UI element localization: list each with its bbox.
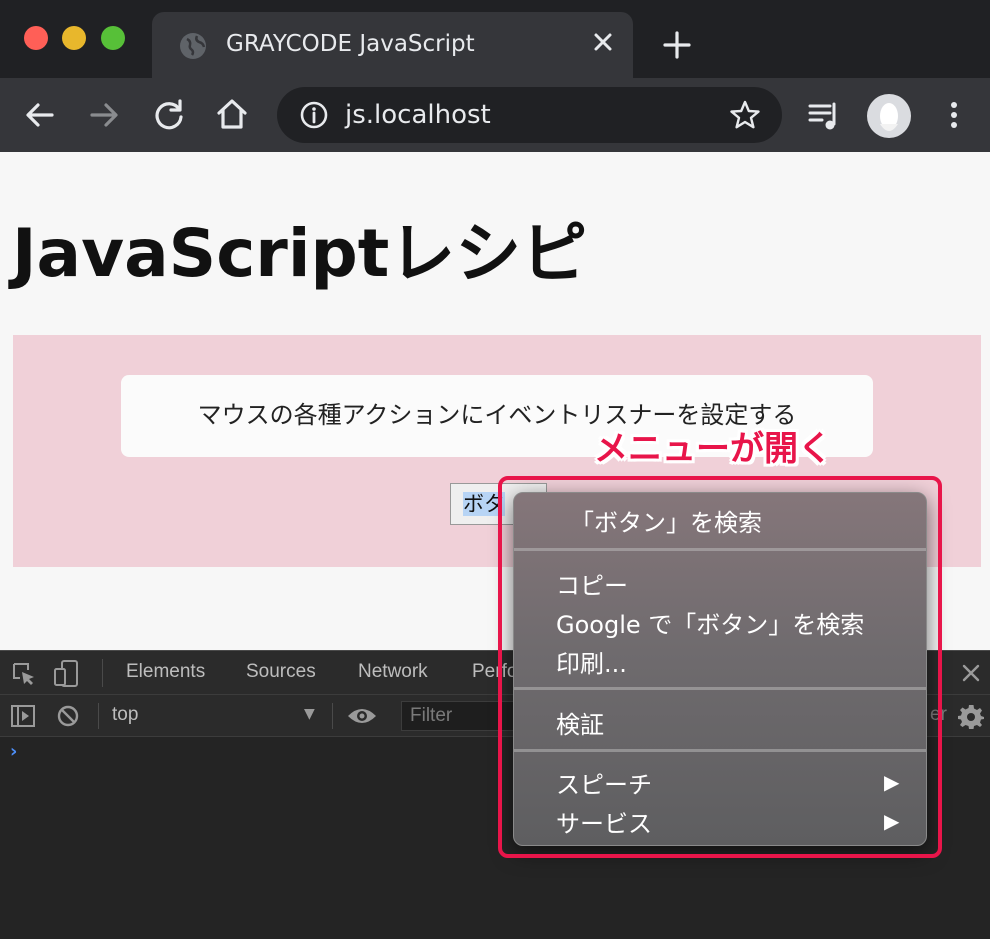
annotation-label: メニューが開く <box>594 429 832 469</box>
dropdown-arrow-icon[interactable]: ▼ <box>304 706 315 722</box>
clear-console-icon[interactable] <box>56 704 80 728</box>
avatar-silhouette-icon <box>880 103 898 131</box>
url-text[interactable]: js.localhost <box>345 100 491 130</box>
more-vert-icon[interactable] <box>936 97 972 133</box>
toolbar-divider <box>332 703 333 729</box>
inspect-element-icon[interactable] <box>11 661 37 687</box>
info-icon[interactable] <box>299 100 329 130</box>
profile-avatar[interactable] <box>867 94 911 138</box>
reload-icon[interactable] <box>151 97 187 133</box>
device-toolbar-icon[interactable] <box>52 659 80 689</box>
tab-elements[interactable]: Elements <box>126 661 205 683</box>
gear-icon[interactable] <box>958 703 984 729</box>
new-tab-plus-icon[interactable] <box>660 28 694 62</box>
console-prompt-icon[interactable]: › <box>10 741 17 762</box>
browser-tab[interactable]: GRAYCODE JavaScript <box>152 12 633 78</box>
back-arrow-icon[interactable] <box>22 97 58 133</box>
devtools-close-icon[interactable] <box>960 662 982 684</box>
close-icon[interactable] <box>588 27 618 57</box>
home-icon[interactable] <box>214 96 250 132</box>
toolbar-divider <box>98 703 99 729</box>
eye-icon[interactable] <box>346 705 378 727</box>
tab-title: GRAYCODE JavaScript <box>226 31 475 57</box>
bookmark-star-icon[interactable] <box>728 98 762 132</box>
browser-tabstrip: GRAYCODE JavaScript <box>0 0 990 78</box>
tab-sources[interactable]: Sources <box>246 661 316 683</box>
page-title: JavaScriptレシピ <box>12 215 588 292</box>
toolbar-divider <box>102 659 103 687</box>
context-selector[interactable]: top <box>112 704 138 726</box>
browser-toolbar: js.localhost <box>0 78 990 152</box>
media-queue-icon[interactable] <box>806 98 842 134</box>
address-bar[interactable]: js.localhost <box>277 87 782 143</box>
forward-arrow-icon[interactable] <box>86 97 122 133</box>
tab-network[interactable]: Network <box>358 661 428 683</box>
globe-icon <box>180 33 206 59</box>
show-sidebar-icon[interactable] <box>10 704 36 728</box>
annotation-highlight-box <box>498 476 942 858</box>
window-minimize-button[interactable] <box>62 26 86 50</box>
window-maximize-button[interactable] <box>101 26 125 50</box>
window-close-button[interactable] <box>24 26 48 50</box>
